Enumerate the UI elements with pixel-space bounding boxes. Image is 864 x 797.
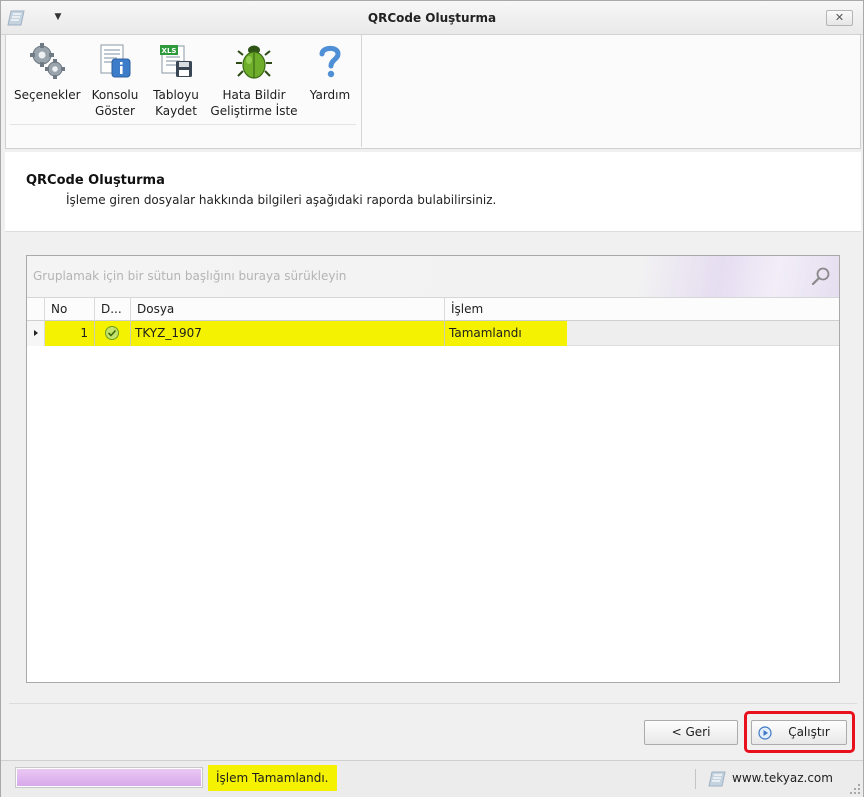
play-icon [758,726,772,740]
header-panel: QRCode Oluşturma İşleme giren dosyalar h… [5,152,861,232]
column-header-file[interactable]: Dosya [131,298,445,321]
svg-text:XLS: XLS [162,47,177,55]
group-by-hint: Gruplamak için bir sütun başlığını buray… [33,269,347,283]
xls-save-icon: XLS [160,45,192,77]
close-button[interactable]: ✕ [826,10,853,26]
page-description: İşleme giren dosyalar hakkında bilgileri… [66,193,497,207]
window-title: QRCode Oluşturma [367,11,497,25]
resize-grip-icon[interactable] [850,784,860,794]
save-table-label-1: Tabloyu [153,88,199,102]
status-bar: İşlem Tamamlandı. www.tekyaz.com [1,760,863,797]
help-label: Yardım [309,88,351,102]
title-bar: ▼ QRCode Oluşturma ✕ [1,1,863,35]
options-label: Seçenekler [14,88,81,102]
ribbon: Seçenekler Konsolu Göster XLS Tabloyu Ka… [5,35,861,149]
show-console-button[interactable]: Konsolu Göster [88,41,142,121]
progress-bar-fill [17,769,201,786]
save-table-label-2: Kaydet [155,104,197,118]
site-logo-icon [708,771,726,787]
cell-file[interactable]: TKYZ_1907 [131,321,445,346]
help-icon [319,45,341,78]
ribbon-group-divider [10,124,356,125]
row-pointer-icon [34,330,38,336]
footer-divider [9,703,857,704]
page-title: QRCode Oluşturma [26,173,165,188]
website-link[interactable]: www.tekyaz.com [732,771,833,785]
run-button-label: Çalıştır [788,725,830,739]
app-window: ▼ QRCode Oluşturma ✕ Seçenekler Konsolu … [0,0,864,797]
show-console-label-2: Göster [95,104,135,118]
header-indicator-cell [27,298,45,321]
column-header-no[interactable]: No [45,298,95,321]
column-header-row: No D... Dosya İşlem [27,298,839,321]
cell-operation[interactable]: Tamamlandı [445,321,567,346]
check-icon [105,326,119,340]
ribbon-group: Seçenekler Konsolu Göster XLS Tabloyu Ka… [6,35,362,147]
status-message: İşlem Tamamlandı. [208,765,337,791]
console-info-icon [100,44,131,78]
show-console-label-1: Konsolu [91,88,139,102]
save-table-button[interactable]: XLS Tabloyu Kaydet [148,41,204,121]
table-row[interactable]: 1 TKYZ_1907 Tamamlandı [27,321,839,346]
help-button[interactable]: Yardım [304,41,356,121]
group-by-panel[interactable]: Gruplamak için bir sütun başlığını buray… [27,256,839,298]
results-grid: Gruplamak için bir sütun başlığını buray… [26,255,840,683]
bug-icon [236,45,272,79]
search-icon[interactable] [811,266,831,286]
cell-status[interactable] [95,321,131,346]
report-bug-label-2: Geliştirme İste [210,104,298,118]
status-divider [695,769,696,789]
row-indicator [27,321,45,346]
progress-bar [15,767,203,788]
cell-no[interactable]: 1 [45,321,95,346]
options-button[interactable]: Seçenekler [14,41,81,121]
back-button[interactable]: < Geri [644,720,738,745]
report-bug-label-1: Hata Bildir [222,88,286,102]
column-header-status[interactable]: D... [95,298,131,321]
report-bug-button[interactable]: Hata Bildir Geliştirme İste [210,41,298,121]
column-header-operation[interactable]: İşlem [445,298,839,321]
run-button[interactable]: Çalıştır [751,720,847,745]
gears-icon [30,43,65,79]
